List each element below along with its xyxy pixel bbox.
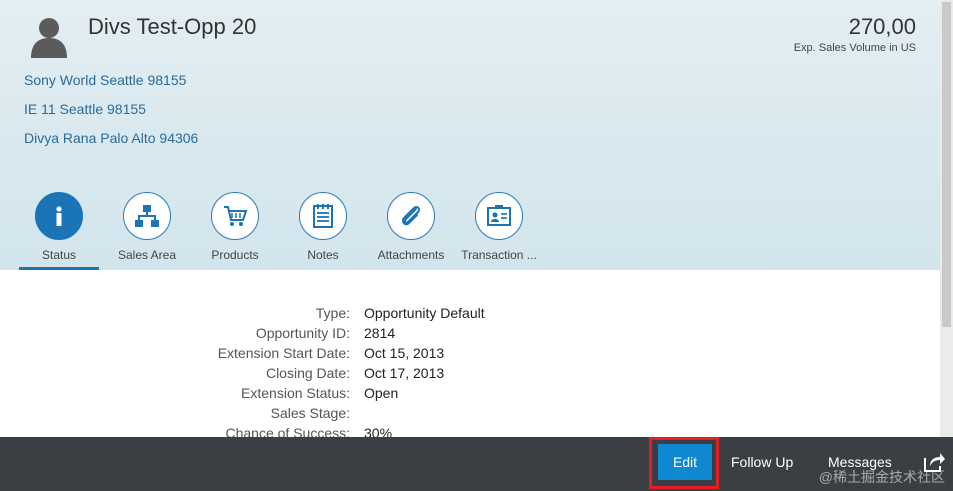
field-value: Oct 15, 2013 [364, 345, 445, 361]
status-details-panel: Type: Opportunity Default Opportunity ID… [0, 270, 940, 437]
cart-icon [211, 192, 259, 240]
field-label: Extension Status: [241, 385, 350, 401]
tab-sales-area-label: Sales Area [117, 248, 177, 262]
field-label: Type: [315, 305, 350, 321]
object-header: Divs Test-Opp 20 270,00 Exp. Sales Volum… [0, 0, 940, 270]
sales-volume-label: Exp. Sales Volume in US [793, 42, 916, 54]
vertical-scrollbar[interactable] [940, 0, 953, 437]
field-label: Extension Start Date: [217, 345, 350, 361]
employee-link[interactable]: Divya Rana Palo Alto 94306 [24, 130, 198, 159]
edit-button[interactable]: Edit [658, 444, 712, 480]
field-label: Opportunity ID: [255, 325, 350, 341]
tab-transaction[interactable]: Transaction ... [459, 190, 539, 270]
account-link[interactable]: Sony World Seattle 98155 [24, 72, 198, 101]
sales-volume: 270,00 Exp. Sales Volume in US [794, 14, 916, 54]
contact-card-icon [475, 192, 523, 240]
field-label: Sales Stage: [270, 405, 350, 421]
page-title: Divs Test-Opp 20 [88, 14, 257, 39]
tab-status[interactable]: Status [19, 190, 99, 270]
field-value: Opportunity Default [364, 305, 485, 321]
field-value: 2814 [364, 325, 396, 341]
field-label: Chance of Success: [225, 425, 350, 437]
field-sales-stage: Sales Stage: [0, 405, 940, 425]
share-icon[interactable] [922, 450, 946, 474]
tab-attachments-label: Attachments [377, 248, 445, 262]
field-chance-of-success: Chance of Success: 30% [0, 425, 940, 437]
tab-sales-area[interactable]: Sales Area [107, 190, 187, 270]
field-value: 30% [364, 425, 393, 437]
sales-volume-value: 270,00 [848, 14, 916, 39]
tab-status-label: Status [41, 248, 77, 262]
field-label: Closing Date: [265, 365, 350, 381]
person-avatar-icon [28, 16, 70, 58]
field-value: Open [364, 385, 399, 401]
footer-toolbar: Edit Follow Up Messages @稀土掘金技术社区 [0, 437, 953, 491]
tab-notes-label: Notes [307, 248, 339, 262]
party-links: Sony World Seattle 98155 IE 11 Seattle 9… [24, 72, 198, 159]
tab-products-label: Products [211, 248, 259, 262]
tab-notes[interactable]: Notes [283, 190, 363, 270]
notes-icon [299, 192, 347, 240]
scrollbar-thumb[interactable] [942, 2, 951, 327]
tab-products[interactable]: Products [195, 190, 275, 270]
contact-link[interactable]: IE 11 Seattle 98155 [24, 101, 198, 130]
info-icon [35, 192, 83, 240]
tab-attachments[interactable]: Attachments [371, 190, 451, 270]
tab-transaction-label: Transaction ... [461, 248, 537, 262]
field-extension-start-date: Extension Start Date: Oct 15, 2013 [0, 345, 940, 365]
messages-button[interactable]: Messages [828, 437, 892, 487]
field-opportunity-id: Opportunity ID: 2814 [0, 325, 940, 345]
field-value: Oct 17, 2013 [364, 365, 445, 381]
field-type: Type: Opportunity Default [0, 305, 940, 325]
org-chart-icon [123, 192, 171, 240]
field-extension-status: Extension Status: Open [0, 385, 940, 405]
field-closing-date: Closing Date: Oct 17, 2013 [0, 365, 940, 385]
follow-up-button[interactable]: Follow Up [731, 437, 793, 487]
paperclip-icon [387, 192, 435, 240]
